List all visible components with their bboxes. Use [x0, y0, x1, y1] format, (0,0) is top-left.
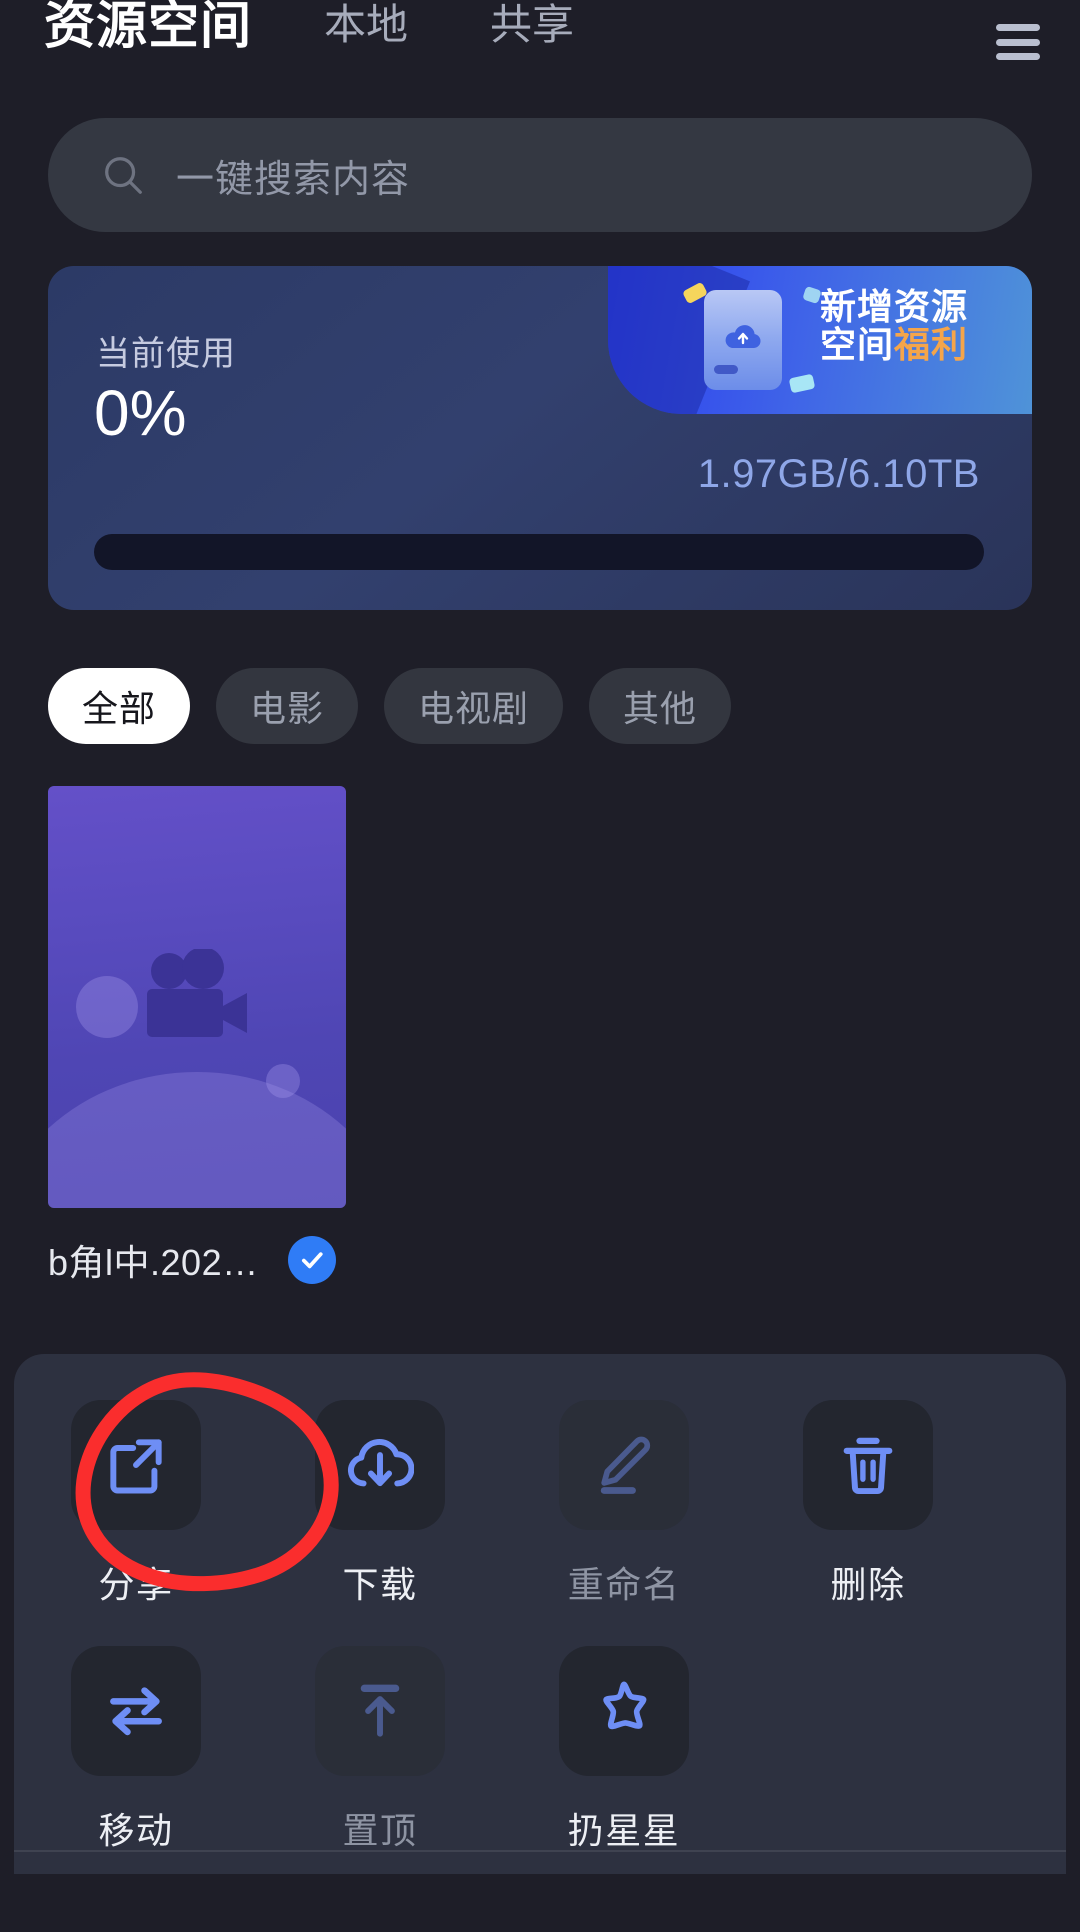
action-row-2: 移动 置顶 扔星星 — [14, 1646, 1066, 1854]
search-icon — [105, 157, 142, 194]
page-title: 资源空间 — [44, 0, 253, 54]
file-grid-item[interactable]: b角l中.202… — [48, 786, 346, 1286]
cloud-download-icon — [347, 1439, 414, 1487]
action-move-label: 移动 — [98, 1810, 174, 1851]
tab-local[interactable]: 本地 — [324, 4, 408, 46]
action-pin-top[interactable]: 置顶 — [258, 1646, 502, 1854]
action-throw-star[interactable]: 扔星星 — [502, 1646, 746, 1854]
filter-chip-other[interactable]: 其他 — [589, 668, 732, 744]
action-share[interactable]: 分享 — [14, 1400, 258, 1608]
action-share-tile[interactable] — [71, 1400, 201, 1530]
search-placeholder: 一键搜索内容 — [176, 158, 411, 201]
share-external-link-icon — [110, 1439, 162, 1494]
action-throw-star-label: 扔星星 — [567, 1810, 681, 1851]
app-header: 资源空间 本地 共享 — [0, 0, 1080, 64]
file-name: b角l中.202… — [48, 1242, 259, 1283]
action-pin-top-label: 置顶 — [342, 1810, 418, 1851]
action-move-tile[interactable] — [71, 1646, 201, 1776]
action-rename-label: 重命名 — [567, 1564, 681, 1605]
filter-chip-group: 全部 电影 电视剧 其他 — [48, 668, 732, 744]
storage-progress-track — [94, 534, 984, 570]
action-rename[interactable]: 重命名 — [502, 1400, 746, 1608]
action-rename-tile[interactable] — [559, 1400, 689, 1530]
file-meta: b角l中.202… — [48, 1234, 346, 1286]
action-download-tile[interactable] — [315, 1400, 445, 1530]
promo-banner[interactable]: 新增资源 空间福利 — [608, 266, 1032, 414]
star-outline-icon — [603, 1681, 647, 1730]
thumbnail-hill-decoration — [48, 1072, 346, 1208]
action-share-label: 分享 — [98, 1564, 174, 1605]
action-delete-tile[interactable] — [803, 1400, 933, 1530]
promo-line-2-prefix: 空间 — [820, 324, 895, 366]
trash-delete-icon — [843, 1437, 893, 1495]
box-slot-decoration — [714, 365, 738, 374]
filter-chip-all[interactable]: 全部 — [48, 668, 191, 744]
action-download-label: 下载 — [342, 1564, 418, 1605]
confetti-blue — [802, 285, 822, 305]
action-pin-top-tile[interactable] — [315, 1646, 445, 1776]
action-delete-label: 删除 — [830, 1564, 906, 1605]
thumbnail-bubble-small — [266, 1064, 300, 1098]
hamburger-menu-icon[interactable] — [996, 24, 1040, 60]
thumbnail-bubble-large — [76, 976, 138, 1038]
storage-percent: 0% — [94, 377, 187, 449]
check-icon — [301, 1252, 323, 1269]
storage-quota: 1.97GB/6.10TB — [697, 452, 980, 496]
pin-to-top-arrow-icon — [360, 1684, 400, 1737]
action-row-1: 分享 下载 重命名 删除 — [14, 1400, 1066, 1608]
movie-camera-icon — [147, 949, 247, 1037]
promo-line-1: 新增资源 — [820, 286, 969, 327]
action-move[interactable]: 移动 — [14, 1646, 258, 1854]
file-selected-checkmark[interactable] — [288, 1236, 336, 1284]
promo-text: 新增资源 空间福利 — [820, 286, 1026, 364]
file-thumbnail[interactable] — [48, 786, 346, 1208]
filter-chip-tvseries[interactable]: 电视剧 — [384, 668, 564, 744]
search-input[interactable]: 一键搜索内容 — [48, 118, 1032, 232]
app-screen: 资源空间 本地 共享 一键搜索内容 新增资源 空间福利 当前使用 0% 1.97… — [0, 0, 1080, 1932]
promo-line-2: 空间福利 — [820, 326, 1026, 364]
promo-line-2-highlight: 福利 — [894, 324, 969, 366]
cloud-arrow-up-icon — [725, 325, 761, 348]
action-delete[interactable]: 删除 — [746, 1400, 990, 1608]
action-throw-star-tile[interactable] — [559, 1646, 689, 1776]
tab-shared[interactable]: 共享 — [490, 4, 574, 46]
cloud-upload-box-icon — [704, 290, 782, 390]
storage-usage-label: 当前使用 — [96, 335, 236, 373]
transfer-arrows-icon — [110, 1687, 162, 1736]
pencil-edit-icon — [600, 1436, 651, 1494]
storage-card[interactable]: 新增资源 空间福利 当前使用 0% 1.97GB/6.10TB — [48, 266, 1032, 610]
confetti-cyan — [788, 373, 816, 394]
action-download[interactable]: 下载 — [258, 1400, 502, 1608]
filter-chip-movie[interactable]: 电影 — [216, 668, 359, 744]
panel-divider — [14, 1850, 1066, 1852]
action-panel: 分享 下载 重命名 删除 移动 置顶 扔星星 — [14, 1354, 1066, 1874]
